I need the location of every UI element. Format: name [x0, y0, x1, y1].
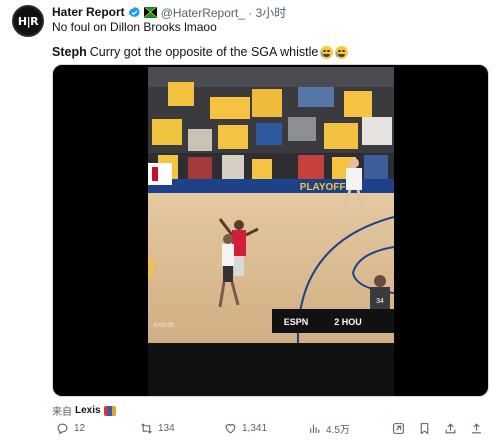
verified-icon [128, 6, 140, 17]
crying-emoji-icon [320, 45, 334, 59]
source-name[interactable]: Lexis [75, 405, 101, 416]
bookmark-icon [420, 422, 429, 434]
like-button[interactable]: 1,341 [224, 420, 267, 436]
floor-text: PLAYOFFS [300, 182, 353, 193]
display-name[interactable]: Hater Report [52, 5, 125, 19]
reply-button[interactable]: 12 [56, 420, 85, 436]
crying-emoji-icon [335, 45, 349, 59]
upload-icon [472, 422, 481, 433]
tweet-text: No foul on Dillon Brooks lmaoo [52, 20, 217, 34]
scoreboard-team: 2 HOU [334, 317, 362, 327]
bookmark-button[interactable] [418, 420, 431, 436]
retweet-icon [141, 422, 152, 434]
like-icon [225, 423, 236, 433]
grok-button[interactable] [392, 420, 405, 436]
retweet-count: 134 [158, 422, 175, 434]
reply-count: 12 [74, 422, 86, 434]
retweet-button[interactable]: 134 [140, 420, 175, 436]
video-frame[interactable]: PLAYOFFS 34 ESPN 2 HOU 0:00.00 [148, 67, 394, 396]
grok-icon [393, 422, 404, 434]
source-prefix: 来自 [52, 407, 72, 418]
scorer-sign [148, 163, 172, 185]
caption-bold: Steph [52, 45, 87, 59]
views-button[interactable]: 4.5万 [308, 420, 350, 436]
video-player[interactable]: PLAYOFFS 34 ESPN 2 HOU 0:00.00 [52, 64, 489, 397]
referee-number: 34 [376, 298, 384, 305]
reply-icon [57, 423, 68, 434]
views-icon [310, 424, 320, 433]
tweet-header: Hater Report @HaterReport_ · 3小时 [52, 4, 286, 20]
avatar-text: H|R [17, 14, 39, 28]
views-count: 4.5万 [326, 424, 350, 436]
like-count: 1,341 [242, 422, 268, 434]
share-icon [445, 422, 456, 433]
media-caption: Steph Curry got the opposite of the SGA … [52, 45, 349, 59]
flag-icon [103, 405, 116, 416]
flag-icon [143, 6, 157, 18]
video-scene: PLAYOFFS 34 ESPN 2 HOU 0:00.00 [148, 67, 394, 396]
source-line: 来自 Lexis [52, 403, 116, 418]
caption-text: Curry got the opposite of the SGA whistl… [89, 45, 319, 59]
network-logo: ESPN [284, 317, 309, 327]
share-button[interactable] [444, 420, 457, 436]
video-letterbox [148, 343, 394, 396]
avatar[interactable]: H|R [12, 5, 44, 37]
action-bar: 12 134 1,341 4.5万 [52, 420, 492, 436]
upload-button[interactable] [470, 420, 483, 436]
handle-and-time[interactable]: @HaterReport_ · 3小时 [161, 4, 287, 21]
video-clock: 0:00.00 [154, 323, 175, 329]
